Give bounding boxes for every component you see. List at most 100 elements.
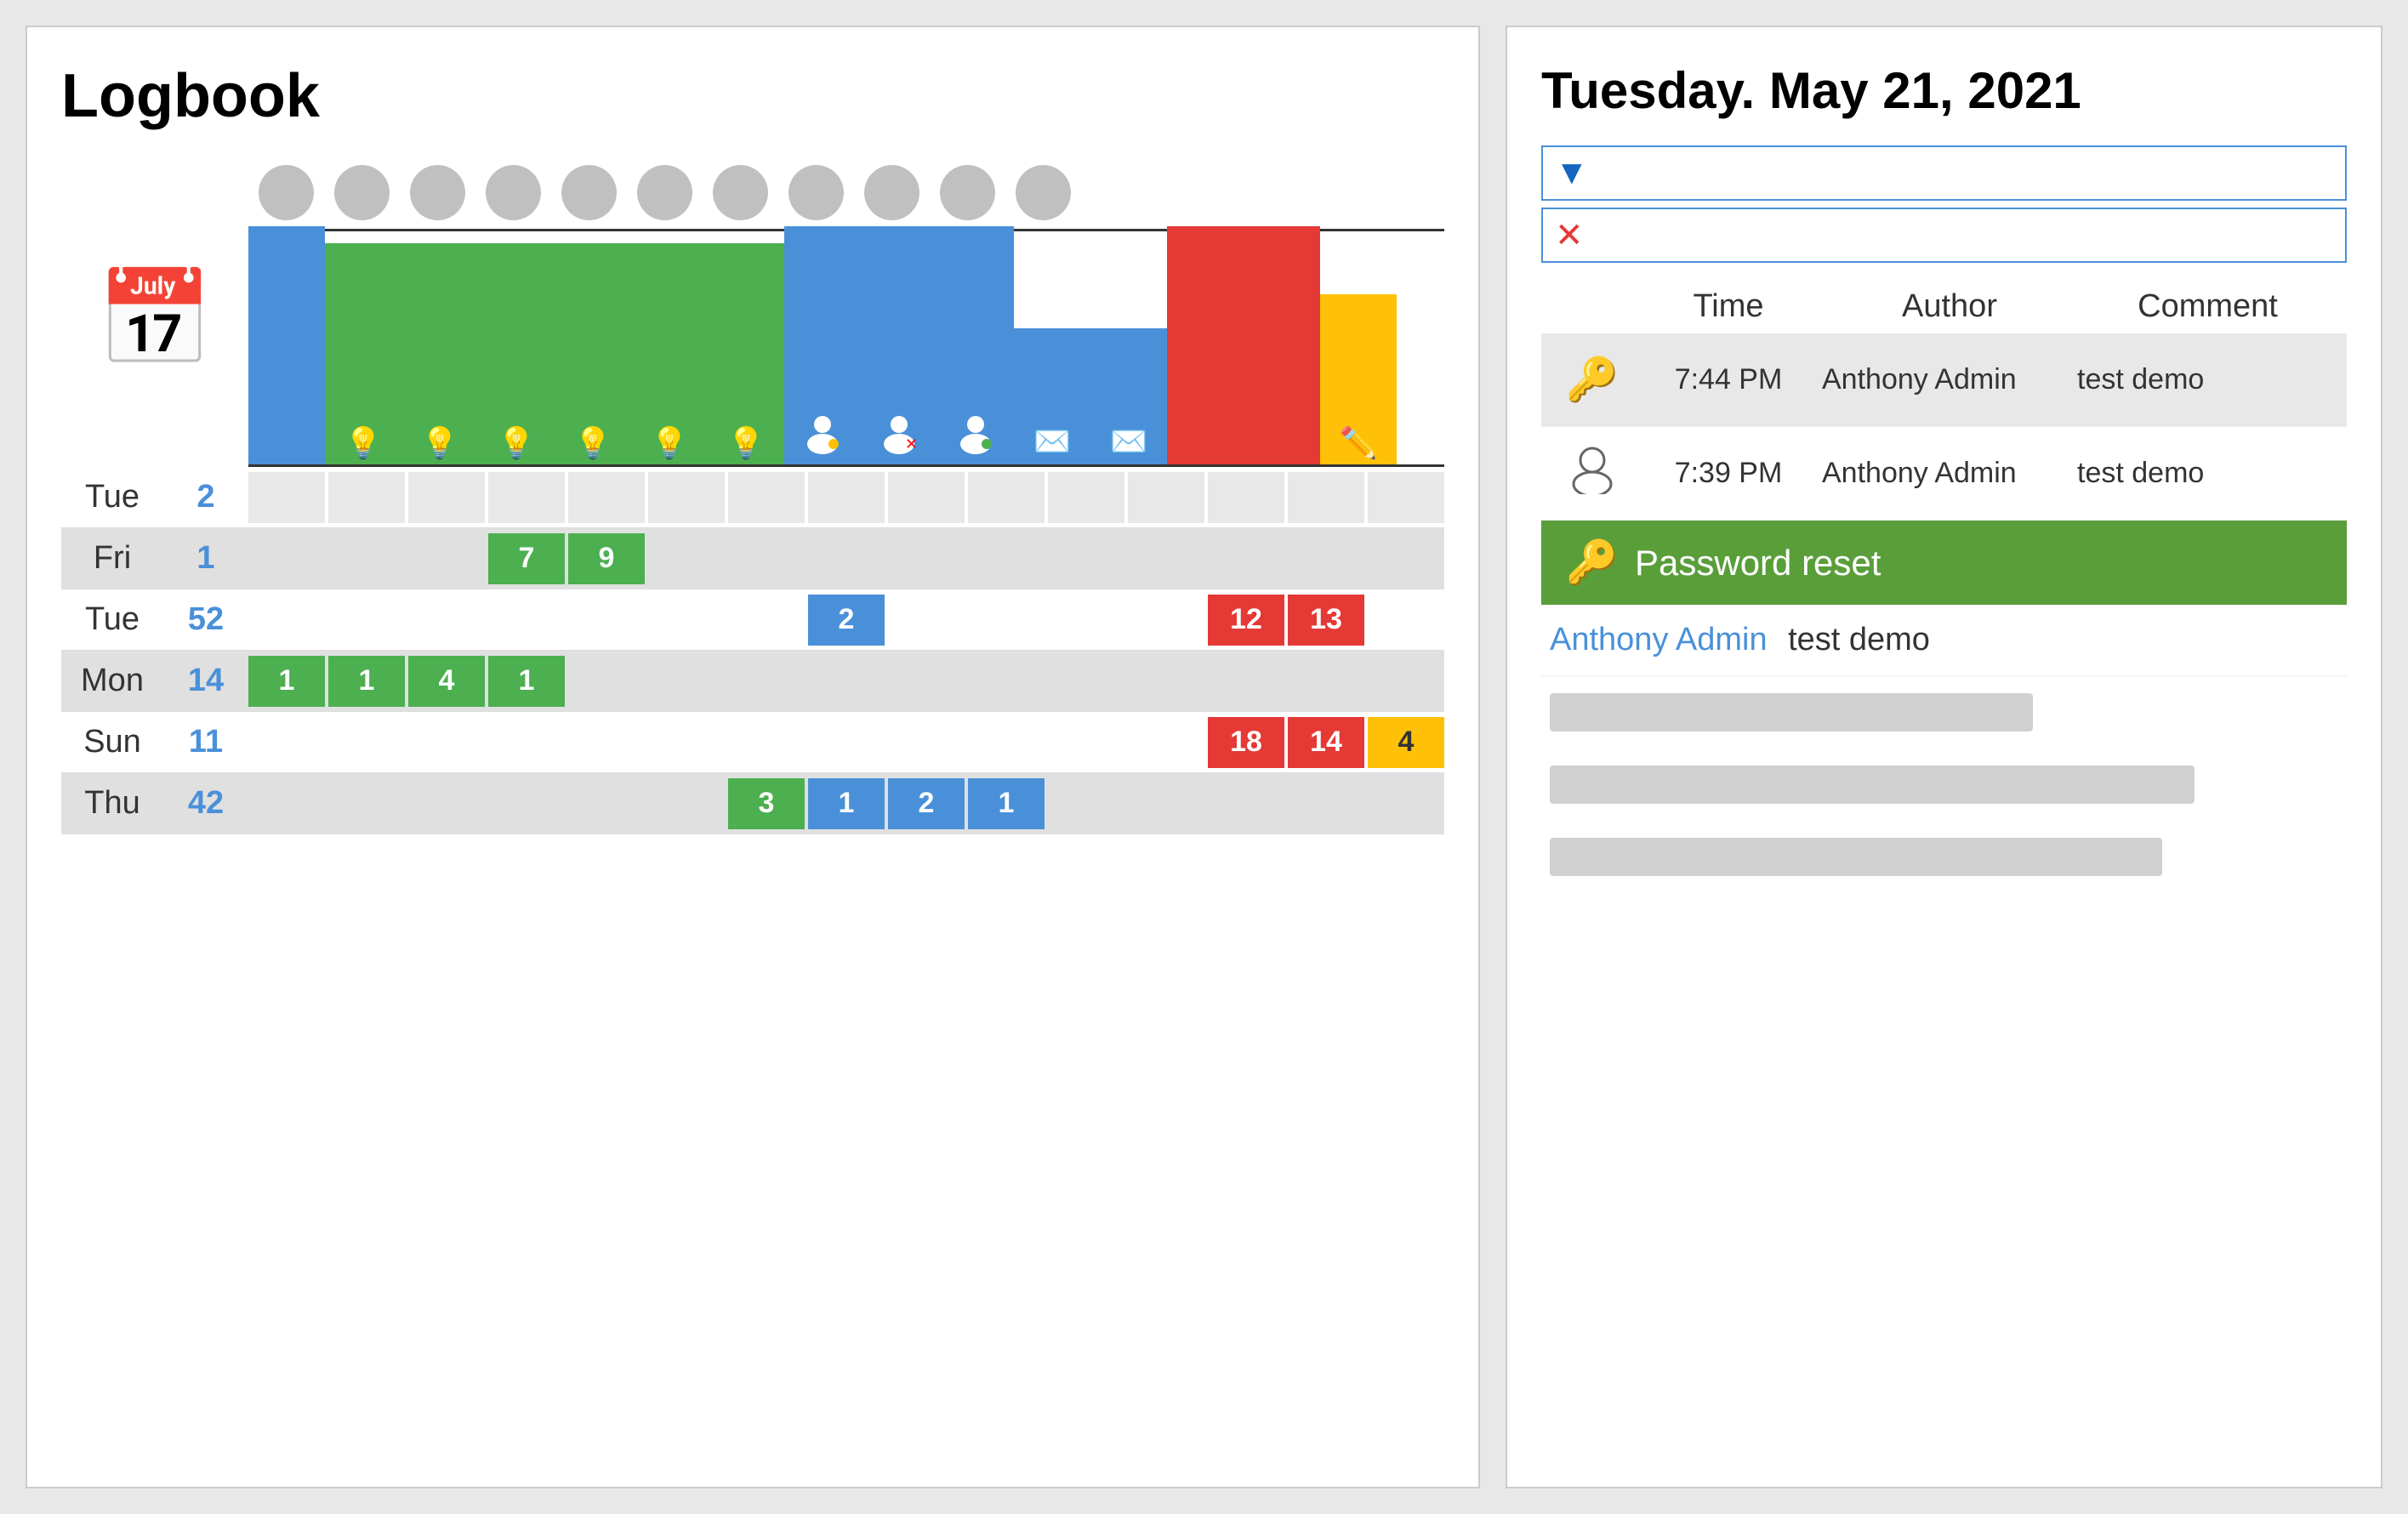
row-cells: 7 9 xyxy=(248,533,1444,584)
row-count: 14 xyxy=(163,663,248,699)
cell-box: 13 xyxy=(1288,595,1364,646)
log-author: Anthony Admin xyxy=(1822,457,2077,490)
log-time: 7:39 PM xyxy=(1635,457,1822,490)
table-row: Thu 42 3 1 2 1 xyxy=(61,773,1444,834)
table-row: Fri 1 7 9 xyxy=(61,528,1444,589)
circle-dot xyxy=(788,165,844,220)
cell-box: 9 xyxy=(568,533,645,584)
bar-icon: ✉️ xyxy=(1014,424,1090,459)
bar-col xyxy=(248,226,325,464)
circle-dot xyxy=(1016,165,1071,220)
cell-box: 4 xyxy=(408,656,485,707)
row-day: Mon xyxy=(61,663,163,699)
table-row: Tue 52 2 12 13 xyxy=(61,589,1444,651)
bar xyxy=(784,226,861,464)
cell-box: 12 xyxy=(1208,595,1284,646)
clear-icon: ✕ xyxy=(1555,216,1584,255)
cell-box: 2 xyxy=(888,778,965,829)
circle-dot xyxy=(940,165,995,220)
row-day: Tue xyxy=(61,601,163,638)
bar-icon: 💡 xyxy=(478,425,555,461)
bar-col xyxy=(1167,226,1244,464)
bar xyxy=(1167,226,1244,464)
bar-col: 💡 xyxy=(555,243,631,464)
row-count: 1 xyxy=(163,540,248,577)
placeholder-bar xyxy=(1550,838,2162,876)
col-time-header: Time xyxy=(1635,288,1822,325)
row-cells xyxy=(248,472,1444,523)
svg-text:✕: ✕ xyxy=(905,435,918,452)
bar-icon: 💡 xyxy=(708,425,784,461)
bar-icon: ✉️ xyxy=(1090,424,1167,459)
right-panel: Tuesday. May 21, 2021 ▼ ✕ Time Author Co… xyxy=(1506,26,2382,1488)
right-title: Tuesday. May 21, 2021 xyxy=(1541,61,2347,120)
row-cells: 1 1 4 1 xyxy=(248,656,1444,707)
page-title: Logbook xyxy=(61,61,1444,131)
bar: 💡 xyxy=(325,243,401,464)
row-day: Fri xyxy=(61,540,163,577)
row-day: Sun xyxy=(61,724,163,760)
row-count: 42 xyxy=(163,785,248,822)
table-row: Tue 2 xyxy=(61,467,1444,528)
cell-box: 1 xyxy=(248,656,325,707)
bar: ✏️ xyxy=(1320,294,1397,464)
bar-icon: ✕ xyxy=(861,412,937,461)
bar-col: ✕ xyxy=(861,226,937,464)
circle-dot xyxy=(410,165,465,220)
cell-box: 3 xyxy=(728,778,805,829)
password-reset-icon: 🔑 xyxy=(1550,538,1635,588)
filter-input-2[interactable]: ✕ xyxy=(1541,208,2347,263)
bar-col xyxy=(1244,226,1320,464)
bar-icon: 💡 xyxy=(631,425,708,461)
bar: 💡 xyxy=(555,243,631,464)
expanded-entry: Anthony Admin test demo xyxy=(1541,605,2347,676)
cell-box: 2 xyxy=(808,595,885,646)
log-entry: 🔑 7:44 PM Anthony Admin test demo xyxy=(1541,333,2347,427)
circle-dot xyxy=(561,165,617,220)
left-panel: Logbook 📅 xyxy=(26,26,1480,1488)
bar: ✉️ xyxy=(1090,328,1167,464)
circle-dot xyxy=(486,165,541,220)
row-day: Thu xyxy=(61,785,163,822)
cell-box: 7 xyxy=(488,533,565,584)
bar-icon: 💡 xyxy=(555,425,631,461)
bar-col: ✉️ xyxy=(1090,328,1167,464)
cell-box: 1 xyxy=(808,778,885,829)
log-comment: test demo xyxy=(2077,363,2338,396)
expanded-comment: test demo xyxy=(1788,622,1930,657)
bar xyxy=(937,226,1014,464)
col-author-header: Author xyxy=(1822,288,2077,325)
row-cells: 18 14 4 xyxy=(248,717,1444,768)
bar-icon: 💡 xyxy=(325,425,401,461)
bar-col xyxy=(937,226,1014,464)
log-icon-user xyxy=(1550,443,1635,504)
circle-dot xyxy=(864,165,919,220)
log-icon-key: 🔑 xyxy=(1550,355,1635,405)
bar xyxy=(1244,226,1320,464)
circle-dot xyxy=(713,165,768,220)
log-time: 7:44 PM xyxy=(1635,363,1822,396)
bar-col: 💡 xyxy=(325,243,401,464)
bar-col: 💡 xyxy=(401,243,478,464)
cell-box: 1 xyxy=(328,656,405,707)
expanded-author: Anthony Admin xyxy=(1550,622,1768,657)
filter-input-1[interactable]: ▼ xyxy=(1541,145,2347,201)
circle-dot xyxy=(637,165,692,220)
password-reset-label: Password reset xyxy=(1635,543,1881,583)
calendar-icon: 📅 xyxy=(97,264,213,373)
circles-row xyxy=(248,165,1444,220)
bar-col: 💡 xyxy=(478,243,555,464)
log-author: Anthony Admin xyxy=(1822,363,2077,396)
table-row: Mon 14 1 1 4 1 xyxy=(61,651,1444,712)
circle-dot xyxy=(259,165,314,220)
bar-icon: 💡 xyxy=(401,425,478,461)
row-count: 2 xyxy=(163,479,248,515)
bar-col xyxy=(784,226,861,464)
bar: ✕ xyxy=(861,226,937,464)
bar: 💡 xyxy=(708,243,784,464)
circle-dot xyxy=(334,165,390,220)
calendar-icon-area: 📅 xyxy=(87,250,223,386)
cell-box: 4 xyxy=(1368,717,1444,768)
bar-col: ✏️ xyxy=(1320,294,1397,464)
log-comment: test demo xyxy=(2077,457,2338,490)
